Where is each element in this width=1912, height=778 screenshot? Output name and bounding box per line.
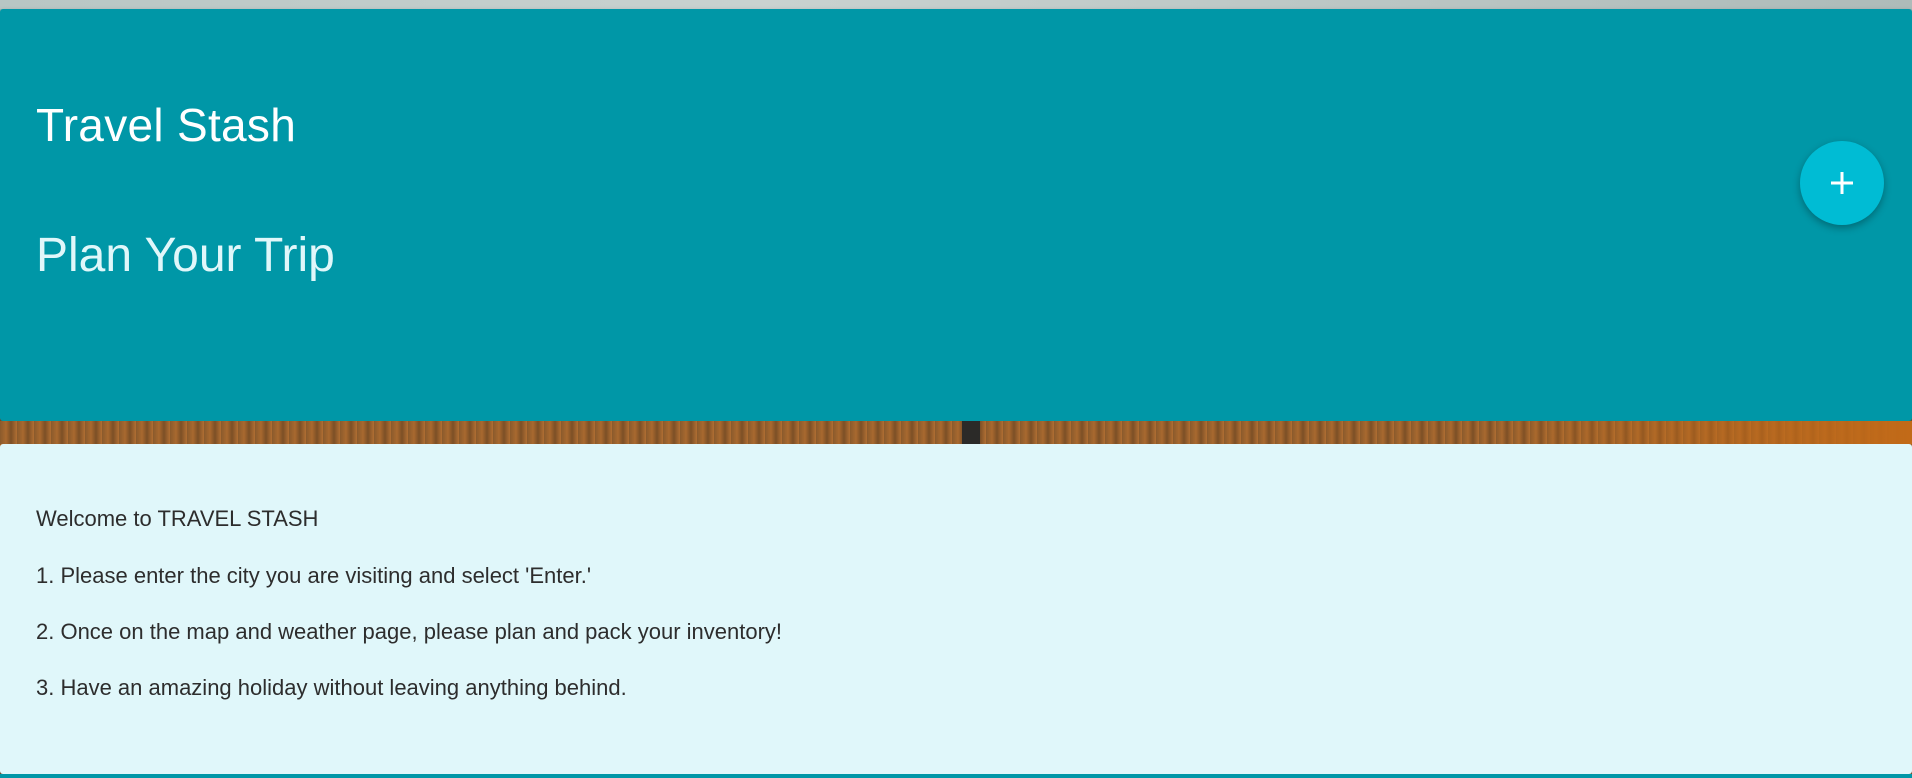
intro-card bbox=[0, 444, 1912, 774]
intro-card-bottom-border bbox=[0, 774, 1912, 778]
background-post bbox=[962, 421, 980, 444]
background-top-strip bbox=[0, 0, 1912, 9]
add-button[interactable] bbox=[1800, 141, 1884, 225]
step-3-text: 3. Have an amazing holiday without leavi… bbox=[36, 675, 627, 700]
step-1-text: 1. Please enter the city you are visitin… bbox=[36, 563, 592, 588]
welcome-text: Welcome to TRAVEL STASH bbox=[36, 506, 319, 531]
background-image-strip-right bbox=[1500, 421, 1912, 444]
plus-icon bbox=[1831, 172, 1853, 194]
header-card bbox=[0, 9, 1912, 421]
page: Travel Stash Plan Your Trip Welcome to T… bbox=[0, 0, 1912, 778]
step-2-text: 2. Once on the map and weather page, ple… bbox=[36, 619, 783, 644]
app-title: Travel Stash bbox=[36, 99, 297, 151]
page-subtitle: Plan Your Trip bbox=[36, 229, 335, 282]
